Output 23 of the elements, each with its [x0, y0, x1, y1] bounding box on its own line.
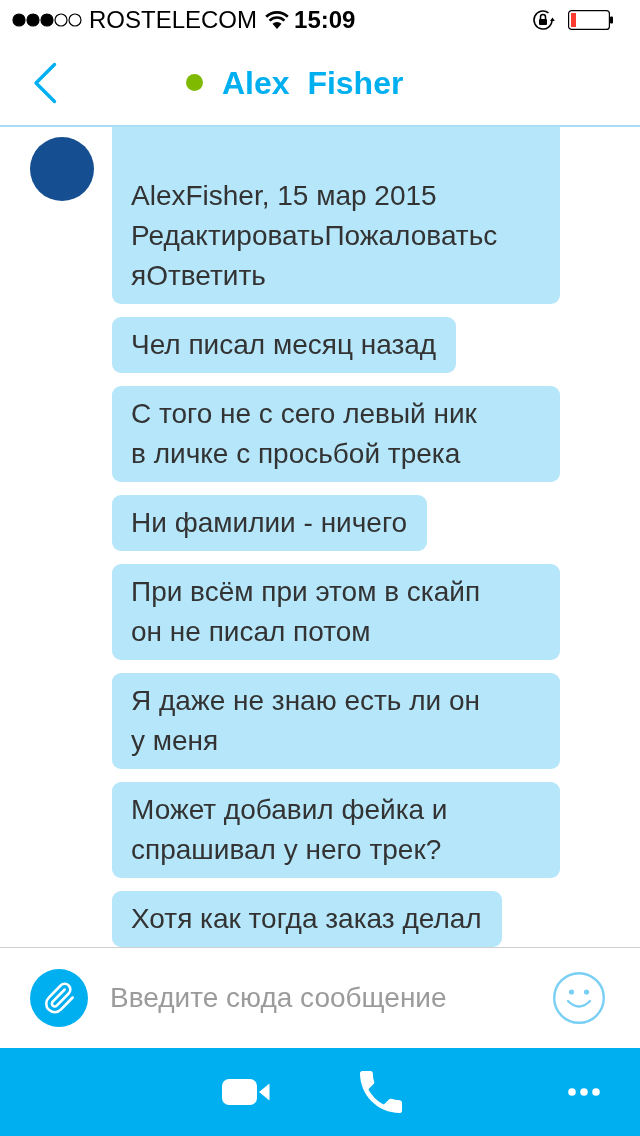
paperclip-icon	[42, 981, 76, 1015]
rotation-lock-icon	[531, 8, 555, 32]
message-input[interactable]: Введите сюда сообщение	[110, 978, 531, 1018]
wifi-icon	[265, 11, 290, 29]
message-text: Ни фамилии - ничего	[131, 506, 408, 540]
message-text: Я даже не знаю есть ли он у меня	[131, 684, 481, 758]
message-text: С того не с сего левый ник в личке с просьбой трека	[131, 397, 478, 471]
phone-icon[interactable]	[360, 1071, 402, 1113]
video-camera-icon[interactable]	[222, 1079, 270, 1105]
attach-button[interactable]	[30, 969, 88, 1027]
message-text: Чел писал месяц назад	[131, 328, 437, 362]
more-icon[interactable]	[568, 1088, 600, 1096]
signal-icon	[12, 13, 82, 27]
back-icon[interactable]	[33, 61, 57, 104]
message-text: При всём при этом в скайп он не писал потом	[131, 575, 482, 649]
status-time: 15:09	[294, 6, 356, 34]
battery-icon	[568, 10, 613, 30]
message-text: AlexFisher, 15 мар 2015 РедактироватьПожаловатьс яОтветить	[131, 179, 499, 293]
message-text: Хотя как тогда заказ делал	[131, 902, 482, 936]
contact-name: Alex Fisher	[222, 63, 404, 102]
carrier-name: ROSTELECOM	[89, 6, 258, 34]
smiley-icon[interactable]	[553, 972, 605, 1024]
message-text: Может добавил фейка и спрашивал у него трек?	[131, 793, 449, 867]
